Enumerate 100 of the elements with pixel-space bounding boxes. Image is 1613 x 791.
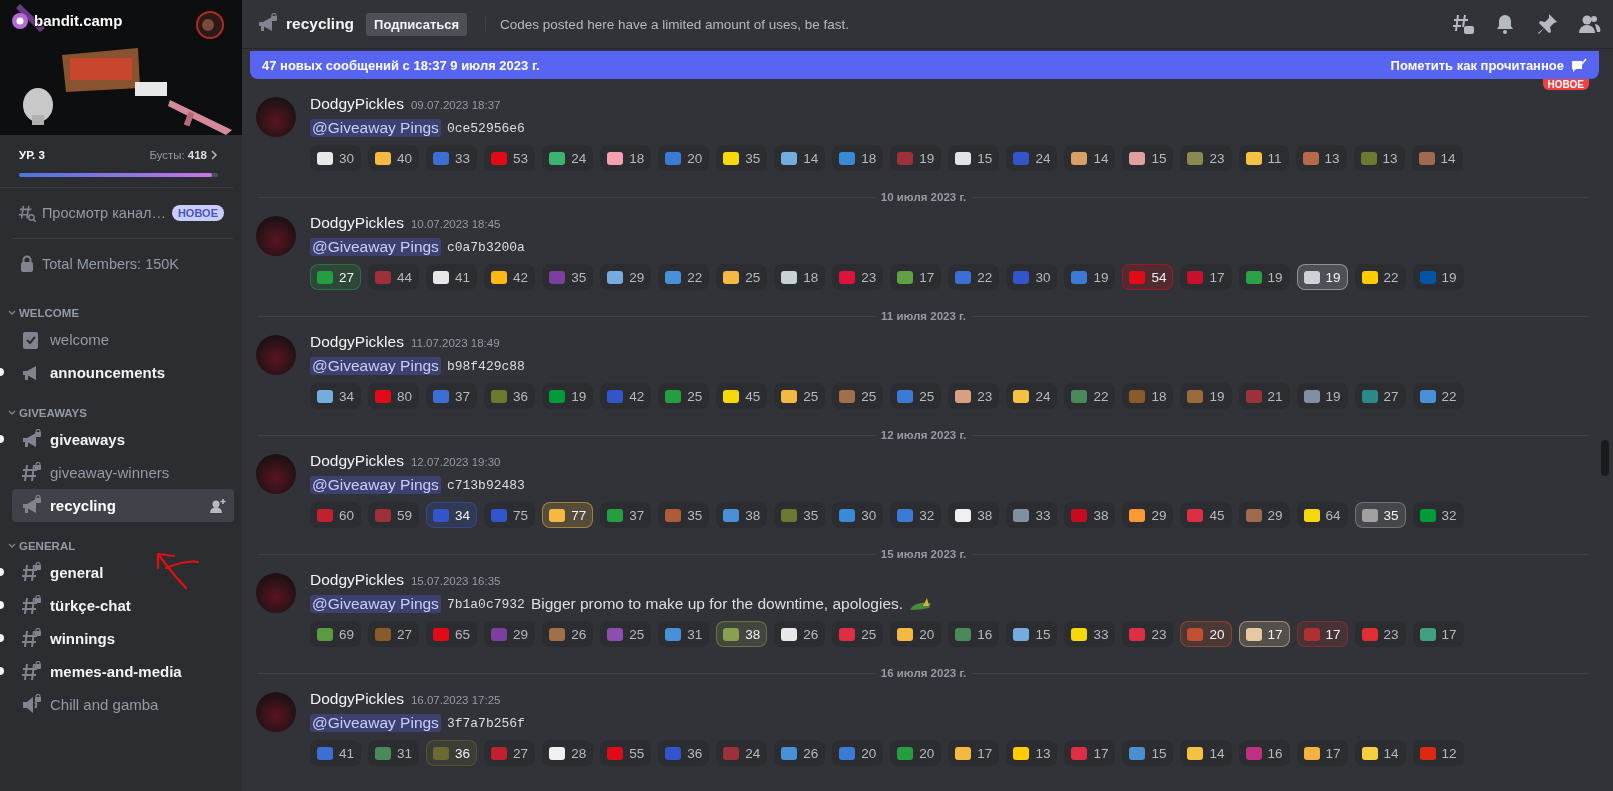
role-mention[interactable]: @Giveaway Pings [310, 119, 441, 137]
author-name[interactable]: DodgyPickles [310, 452, 404, 470]
reaction-button[interactable]: 35 [716, 145, 768, 171]
reaction-button[interactable]: 25 [890, 383, 942, 409]
reaction-button[interactable]: 33 [1064, 621, 1116, 647]
reaction-button[interactable]: 41 [310, 740, 362, 766]
reaction-button[interactable]: 22 [1064, 383, 1116, 409]
channel-item[interactable]: general [12, 556, 234, 589]
reaction-button[interactable]: 19 [890, 145, 942, 171]
reaction-button[interactable]: 38 [1064, 502, 1116, 528]
reaction-button[interactable]: 15 [1122, 145, 1174, 171]
reaction-button[interactable]: 18 [774, 264, 826, 290]
role-mention[interactable]: @Giveaway Pings [310, 714, 441, 732]
reaction-button[interactable]: 65 [426, 621, 478, 647]
category-header[interactable]: GENERAL [0, 522, 242, 556]
server-name[interactable]: bandit.camp [34, 12, 123, 29]
reaction-button[interactable]: 38 [716, 502, 768, 528]
reaction-button[interactable]: 17 [1412, 621, 1464, 647]
role-mention[interactable]: @Giveaway Pings [310, 476, 441, 494]
reaction-button[interactable]: 69 [310, 621, 362, 647]
scrollbar-thumb[interactable] [1601, 440, 1609, 476]
reaction-button[interactable]: 45 [716, 383, 768, 409]
channel-item[interactable]: giveaways [12, 423, 234, 456]
reaction-button[interactable]: 27 [484, 740, 536, 766]
reaction-button[interactable]: 17 [948, 740, 1000, 766]
reaction-button[interactable]: 24 [1006, 145, 1058, 171]
avatar[interactable] [256, 454, 296, 494]
channel-item[interactable]: announcements [12, 356, 234, 389]
reaction-button[interactable]: 33 [426, 145, 478, 171]
reaction-button[interactable]: 20 [890, 621, 942, 647]
reaction-button[interactable]: 33 [1006, 502, 1058, 528]
reaction-button[interactable]: 21 [1238, 383, 1290, 409]
reaction-button[interactable]: 25 [832, 383, 884, 409]
reaction-button[interactable]: 24 [716, 740, 768, 766]
reaction-button[interactable]: 27 [368, 621, 420, 647]
reaction-button[interactable]: 32 [1412, 502, 1464, 528]
reaction-button[interactable]: 22 [948, 264, 1000, 290]
reaction-button[interactable]: 22 [1412, 383, 1464, 409]
reaction-button[interactable]: 30 [310, 145, 362, 171]
reaction-button[interactable]: 12 [1412, 740, 1464, 766]
reaction-button[interactable]: 15 [1122, 740, 1174, 766]
reaction-button[interactable]: 15 [948, 145, 1000, 171]
reaction-button[interactable]: 25 [658, 383, 710, 409]
reaction-button[interactable]: 17 [1064, 740, 1116, 766]
role-mention[interactable]: @Giveaway Pings [310, 595, 441, 613]
reaction-button[interactable]: 25 [832, 621, 884, 647]
reaction-button[interactable]: 29 [1122, 502, 1174, 528]
reaction-button[interactable]: 75 [484, 502, 536, 528]
reaction-button[interactable]: 20 [658, 145, 710, 171]
channel-item[interactable]: giveaway-winners [12, 456, 234, 489]
reaction-button[interactable]: 19 [1238, 264, 1290, 290]
reaction-button[interactable]: 23 [1122, 621, 1174, 647]
reaction-button[interactable]: 25 [716, 264, 768, 290]
reaction-button[interactable]: 59 [368, 502, 420, 528]
reaction-button[interactable]: 77 [542, 502, 594, 528]
reaction-button[interactable]: 17 [890, 264, 942, 290]
reaction-button[interactable]: 25 [600, 621, 652, 647]
reaction-button[interactable]: 17 [1296, 621, 1348, 647]
reaction-button[interactable]: 19 [1296, 383, 1348, 409]
reaction-button[interactable]: 19 [1064, 264, 1116, 290]
channel-item[interactable]: memes-and-media [12, 655, 234, 688]
avatar[interactable] [256, 216, 296, 256]
author-name[interactable]: DodgyPickles [310, 333, 404, 351]
reaction-button[interactable]: 13 [1006, 740, 1058, 766]
follow-button[interactable]: Подписаться [366, 12, 468, 36]
author-name[interactable]: DodgyPickles [310, 690, 404, 708]
reaction-button[interactable]: 35 [542, 264, 594, 290]
avatar[interactable] [256, 97, 296, 137]
reaction-button[interactable]: 14 [1354, 740, 1406, 766]
reaction-button[interactable]: 13 [1295, 145, 1347, 171]
reaction-button[interactable]: 14 [1180, 740, 1232, 766]
reaction-button[interactable]: 14 [1411, 145, 1463, 171]
reaction-button[interactable]: 26 [542, 621, 594, 647]
reaction-button[interactable]: 34 [310, 383, 362, 409]
reaction-button[interactable]: 20 [1180, 621, 1232, 647]
reaction-button[interactable]: 29 [600, 264, 652, 290]
avatar[interactable] [256, 573, 296, 613]
reaction-button[interactable]: 13 [1353, 145, 1405, 171]
reaction-button[interactable]: 42 [484, 264, 536, 290]
reaction-button[interactable]: 37 [600, 502, 652, 528]
new-messages-banner[interactable]: 47 новых сообщений с 18:37 9 июля 2023 г. [262, 57, 540, 73]
reaction-button[interactable]: 41 [426, 264, 478, 290]
reaction-button[interactable]: 32 [890, 502, 942, 528]
reaction-button[interactable]: 30 [1006, 264, 1058, 290]
browse-channels-item[interactable]: Просмотр канал… НОВОЕ [8, 197, 234, 229]
role-mention[interactable]: @Giveaway Pings [310, 238, 441, 256]
reaction-button[interactable]: 16 [948, 621, 1000, 647]
reaction-button[interactable]: 64 [1296, 502, 1348, 528]
reaction-button[interactable]: 80 [368, 383, 420, 409]
reaction-button[interactable]: 23 [832, 264, 884, 290]
avatar[interactable] [256, 692, 296, 732]
channel-item[interactable]: recycling [12, 489, 234, 522]
reaction-button[interactable]: 18 [1122, 383, 1174, 409]
reaction-button[interactable]: 60 [310, 502, 362, 528]
reaction-button[interactable]: 24 [542, 145, 594, 171]
reaction-button[interactable]: 11 [1238, 145, 1289, 171]
reaction-button[interactable]: 23 [1180, 145, 1232, 171]
reaction-button[interactable]: 38 [948, 502, 1000, 528]
reaction-button[interactable]: 17 [1238, 621, 1290, 647]
reaction-button[interactable]: 15 [1006, 621, 1058, 647]
